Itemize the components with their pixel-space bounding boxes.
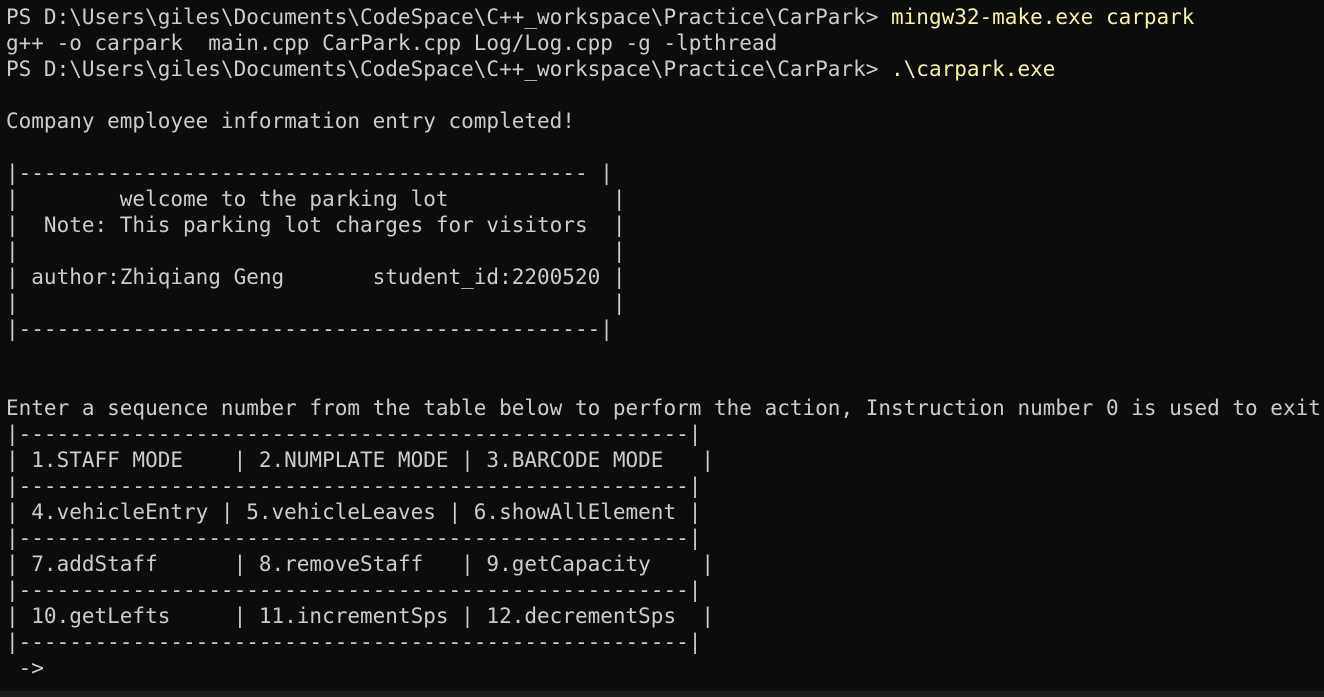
banner-author: | author:Zhiqiang Geng student_id:220052… — [6, 265, 626, 289]
bottom-strip — [0, 691, 1324, 697]
input-prompt[interactable]: -> — [6, 655, 44, 681]
terminal-window[interactable]: PS D:\Users\giles\Documents\CodeSpace\C+… — [0, 0, 1324, 697]
prompt-line-2: PS D:\Users\giles\Documents\CodeSpace\C+… — [6, 56, 1055, 82]
menu-separator: |---------------------------------------… — [6, 422, 702, 446]
menu-row: | 1.STAFF MODE | 2.NUMPLATE MODE | 3.BAR… — [6, 448, 715, 472]
menu-row: | 10.getLefts | 11.incrementSps | 12.dec… — [6, 604, 715, 628]
menu-row: | 4.vehicleEntry | 5.vehicleLeaves | 6.s… — [6, 500, 702, 524]
banner-border-bottom: |---------------------------------------… — [6, 317, 613, 341]
banner-welcome: | welcome to the parking lot | — [6, 187, 626, 211]
banner-blank: | | — [6, 239, 626, 263]
banner-border-top: |---------------------------------------… — [6, 161, 613, 185]
banner-blank: | | — [6, 291, 626, 315]
command-make: mingw32-make.exe carpark — [891, 5, 1195, 29]
prompt-path: PS D:\Users\giles\Documents\CodeSpace\C+… — [6, 5, 892, 29]
instruction-line: Enter a sequence number from the table b… — [6, 396, 1321, 420]
entry-completed-line: Company employee information entry compl… — [6, 109, 575, 133]
build-output-line: g++ -o carpark main.cpp CarPark.cpp Log/… — [6, 31, 778, 55]
menu-separator: |---------------------------------------… — [6, 578, 702, 602]
command-run: .\carpark.exe — [891, 57, 1056, 81]
menu-separator: |---------------------------------------… — [6, 474, 702, 498]
prompt-line-1: PS D:\Users\giles\Documents\CodeSpace\C+… — [6, 4, 1194, 30]
prompt-path: PS D:\Users\giles\Documents\CodeSpace\C+… — [6, 57, 892, 81]
menu-row: | 7.addStaff | 8.removeStaff | 9.getCapa… — [6, 552, 715, 576]
menu-separator: |---------------------------------------… — [6, 526, 702, 550]
banner-note: | Note: This parking lot charges for vis… — [6, 213, 626, 237]
menu-separator: |---------------------------------------… — [6, 630, 702, 654]
